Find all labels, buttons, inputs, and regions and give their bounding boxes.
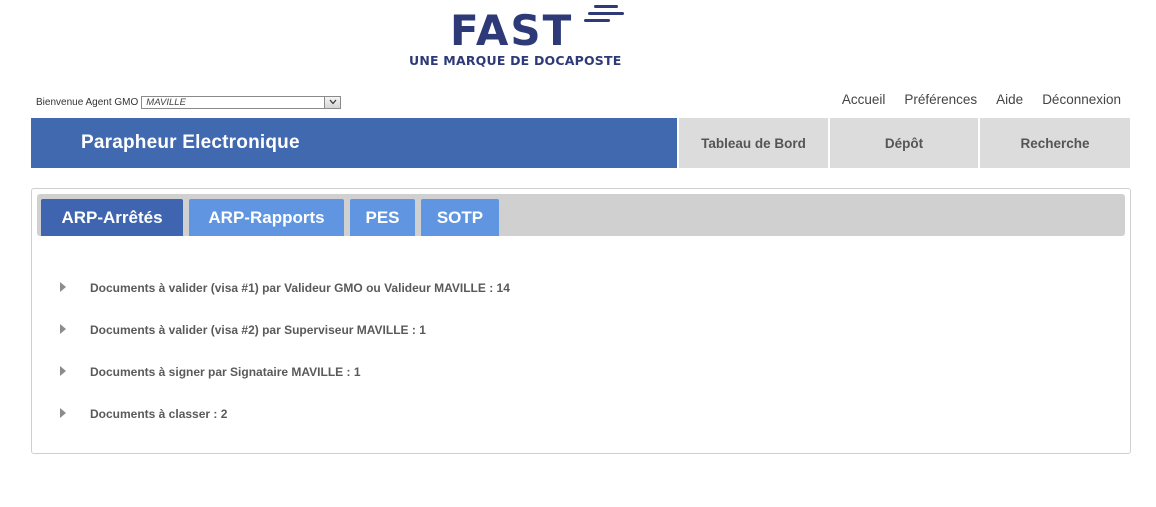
- expand-arrow-icon: [60, 281, 66, 292]
- nav-recherche[interactable]: Recherche: [980, 118, 1130, 168]
- logo-line-2: [588, 12, 624, 15]
- logo-line-1: [594, 5, 618, 8]
- expand-arrow-icon: [60, 365, 66, 376]
- organization-select-value: MAVILLE: [146, 96, 186, 108]
- nav-tableau-de-bord[interactable]: Tableau de Bord: [679, 118, 828, 168]
- list-item[interactable]: Documents à classer : 2: [60, 406, 227, 422]
- link-preferences[interactable]: Préférences: [904, 92, 977, 107]
- logo-wordmark: FAST: [450, 6, 574, 55]
- organization-select-button[interactable]: [324, 96, 341, 108]
- top-links: Accueil Préférences Aide Déconnexion: [842, 92, 1121, 107]
- welcome-bar: Bienvenue Agent GMO MAVILLE: [36, 95, 342, 109]
- logo-line-3: [584, 19, 610, 22]
- app-header: Parapheur Electronique Tableau de Bord D…: [31, 118, 1130, 168]
- list-item[interactable]: Documents à valider (visa #1) par Valide…: [60, 280, 510, 296]
- welcome-label: Bienvenue Agent GMO: [36, 96, 139, 108]
- link-accueil[interactable]: Accueil: [842, 92, 886, 107]
- organization-select[interactable]: MAVILLE: [141, 95, 342, 109]
- header-title-area: Parapheur Electronique: [31, 118, 677, 168]
- list-item-label[interactable]: Documents à valider (visa #2) par Superv…: [90, 323, 426, 337]
- fast-logo: FAST UNE MARQUE DE DOCAPOSTE: [408, 2, 628, 68]
- logo-tagline: UNE MARQUE DE DOCAPOSTE: [409, 53, 622, 68]
- link-aide[interactable]: Aide: [996, 92, 1023, 107]
- tab-arp-arretes[interactable]: ARP-Arrêtés: [41, 199, 183, 236]
- list-item[interactable]: Documents à signer par Signataire MAVILL…: [60, 364, 361, 380]
- chevron-down-icon: [329, 99, 337, 105]
- dashboard-panel: ARP-Arrêtés ARP-Rapports PES SOTP Docume…: [31, 188, 1131, 454]
- page-title: Parapheur Electronique: [81, 132, 300, 153]
- tab-arp-rapports[interactable]: ARP-Rapports: [189, 199, 344, 236]
- tab-pes[interactable]: PES: [350, 199, 415, 236]
- expand-arrow-icon: [60, 323, 66, 334]
- link-deconnexion[interactable]: Déconnexion: [1042, 92, 1121, 107]
- list-item-label[interactable]: Documents à signer par Signataire MAVILL…: [90, 365, 361, 379]
- list-item-label[interactable]: Documents à valider (visa #1) par Valide…: [90, 281, 510, 295]
- list-item[interactable]: Documents à valider (visa #2) par Superv…: [60, 322, 426, 338]
- nav-depot[interactable]: Dépôt: [830, 118, 978, 168]
- tab-bar: ARP-Arrêtés ARP-Rapports PES SOTP: [37, 194, 1125, 236]
- logo-lines-icon: [584, 5, 624, 22]
- list-item-label[interactable]: Documents à classer : 2: [90, 407, 227, 421]
- expand-arrow-icon: [60, 407, 66, 418]
- tab-sotp[interactable]: SOTP: [421, 199, 499, 236]
